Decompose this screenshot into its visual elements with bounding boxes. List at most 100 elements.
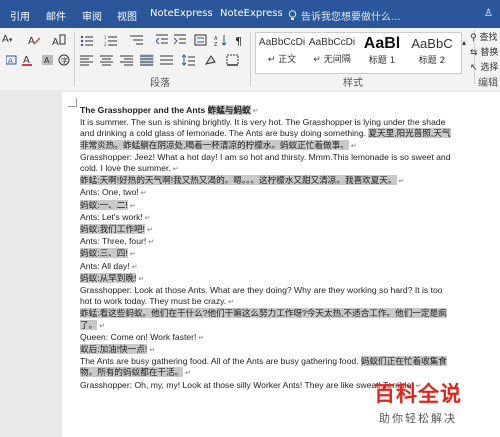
- paragraph-mark-icon: ↵: [129, 202, 136, 210]
- paragraph-english-text: The Ants are busy gathering food. All of…: [80, 356, 361, 367]
- paragraph-chinese-text: 蚱蜢:看这些蚂蚁。他们在干什么?他们干嘛这么努力工作呀?今天太热,不适合工作。他…: [80, 308, 447, 330]
- paragraph-mark-icon: ↵: [172, 166, 179, 174]
- document-paragraph: 蚂蚁:我们工作吧! ↵: [80, 224, 455, 236]
- select-icon: ↖: [470, 63, 478, 73]
- search-icon: ⚲: [470, 33, 477, 43]
- shading-icon[interactable]: [204, 54, 218, 66]
- paragraph-mark-icon: ↵: [185, 370, 192, 378]
- document-paragraph: Ants: One, two! ↵: [80, 187, 455, 199]
- paragraph-mark-icon: ↵: [148, 239, 155, 247]
- watermark-title: 百科全说: [374, 382, 462, 406]
- watermark-logo: 百科全说 助你轻松解决: [374, 378, 462, 426]
- svg-text:A: A: [28, 36, 35, 46]
- font-size-decrease-button[interactable]: A▾: [2, 34, 12, 45]
- style-heading-1[interactable]: AaBl 标题 1: [358, 35, 406, 67]
- document-paragraph: Ants: Let's work! ↵: [80, 212, 455, 224]
- paragraph-chinese-text: 蚁后:加油!快一点!: [80, 344, 148, 355]
- find-button[interactable]: ⚲ 查找: [470, 30, 498, 45]
- line-spacing-icon[interactable]: [182, 54, 196, 66]
- paragraph-mark-icon: ↵: [228, 299, 235, 307]
- tell-me-box[interactable]: 告诉我您想要做什么...: [288, 8, 401, 23]
- text-effect-icon[interactable]: A: [6, 54, 18, 66]
- align-right-icon[interactable]: [120, 54, 134, 66]
- replace-label: 替换: [480, 48, 499, 58]
- tab-mailings[interactable]: 邮件: [46, 8, 66, 23]
- enclosed-char-icon[interactable]: 字: [58, 54, 70, 66]
- distributed-icon[interactable]: [160, 54, 174, 66]
- paragraph-english-text: Ants: Three, four!: [80, 236, 147, 247]
- numbering-icon[interactable]: 12: [104, 34, 118, 46]
- style-name: ↵ 正文: [267, 55, 297, 65]
- styles-scroll-icon[interactable]: ▴: [462, 38, 466, 47]
- svg-text:2: 2: [104, 42, 107, 46]
- paragraph-mark-icon: ↵: [198, 334, 205, 342]
- phonetic-guide-icon[interactable]: A: [52, 34, 66, 46]
- style-sample: AaBl: [363, 35, 401, 52]
- replace-icon: ⇆: [470, 48, 478, 58]
- chinese-layout-icon[interactable]: [194, 34, 208, 46]
- style-normal[interactable]: AaBbCcDi ↵ 正文: [258, 37, 306, 65]
- tab-noteexpress-2[interactable]: NoteExpress: [220, 8, 283, 19]
- document-paragraph: Grasshopper: Jeez! What a hot day! I am …: [80, 152, 455, 175]
- bullets-icon[interactable]: [80, 34, 94, 46]
- ribbon-divider: [250, 32, 251, 86]
- editing-group-label: 编辑: [478, 78, 498, 89]
- svg-text:¶: ¶: [235, 35, 242, 46]
- align-center-icon[interactable]: [100, 54, 114, 66]
- justify-icon[interactable]: [140, 54, 154, 66]
- share-icon[interactable]: ♙: [484, 8, 493, 19]
- find-label: 查找: [479, 33, 498, 43]
- paragraph-mark-icon: ↵: [144, 214, 151, 222]
- paragraph-chinese-text: 蚂蚁:三、四!: [80, 248, 128, 259]
- style-sample: AaBbC: [411, 36, 453, 51]
- document-title-zh: 蚱蜢与蚂蚁: [207, 105, 251, 115]
- document-paragraph: 蚱蜢:看这些蚂蚁。他们在干什么?他们干嘛这么努力工作呀?今天太热,不适合工作。他…: [80, 308, 455, 331]
- style-sample: AaBbCcDi: [308, 37, 356, 48]
- tab-view[interactable]: 视图: [117, 8, 137, 23]
- paragraph-chinese-text: 蚂蚁:从早到晚!: [80, 272, 137, 283]
- tab-references[interactable]: 引用: [10, 8, 30, 23]
- document-lines: It is summer. The sun is shining brightl…: [80, 117, 455, 392]
- document-paragraph: 蚂蚁:三、四! ↵: [80, 248, 455, 260]
- style-no-spacing[interactable]: AaBbCcDi ↵ 无间隔: [308, 37, 356, 65]
- ribbon: A▾ A A A A A 字 12 AZ ¶ 段落 AaBbCcDi ↵ 正文 …: [0, 28, 500, 91]
- document-paragraph: Grasshopper: Look at those Ants. What ar…: [80, 285, 455, 308]
- tab-review[interactable]: 审阅: [82, 8, 102, 23]
- document-paragraph: Ants: Three, four! ↵: [80, 236, 455, 248]
- ribbon-tab-bar: 引用 邮件 审阅 视图 NoteExpress NoteExpress 告诉我您…: [0, 0, 500, 28]
- decrease-indent-icon[interactable]: [156, 34, 168, 46]
- align-left-icon[interactable]: [80, 54, 94, 66]
- editing-group: ⚲ 查找 ⇆ 替换 ↖ 选择: [470, 30, 498, 75]
- paragraph-mark-icon: ↵: [149, 347, 156, 355]
- paragraph-english-text: Grasshopper: Oh, my, my! Look at those s…: [80, 379, 414, 390]
- show-marks-icon[interactable]: ¶: [234, 34, 246, 46]
- paragraph-mark-icon: ↵: [350, 142, 357, 150]
- svg-text:Z: Z: [214, 42, 218, 46]
- paragraph-mark-icon: ↵: [131, 263, 138, 271]
- style-heading-2[interactable]: AaBbC 标题 2: [408, 36, 456, 67]
- font-color-icon[interactable]: A: [22, 54, 38, 66]
- document-paragraph: 蚂蚁:一、二! ↵: [80, 199, 455, 212]
- document-paragraph: Ants: All day! ↵: [80, 261, 455, 273]
- svg-text:A: A: [44, 56, 50, 65]
- character-shading-icon[interactable]: A: [42, 54, 54, 66]
- document-paragraph: 蚱蜢:天啊!好热的天气啊!我又热又渴的。嗯。。。这柠檬水又甜又清凉。我喜欢夏天。…: [80, 175, 455, 187]
- replace-button[interactable]: ⇆ 替换: [470, 45, 498, 60]
- document-body[interactable]: The Grasshopper and the Ants 蚱蜢与蚂蚁 ↵ It i…: [80, 105, 455, 392]
- clear-format-icon[interactable]: A: [28, 34, 40, 46]
- paragraph-group-label: 段落: [150, 78, 170, 89]
- tab-noteexpress-1[interactable]: NoteExpress: [150, 8, 213, 19]
- borders-icon[interactable]: [226, 54, 240, 66]
- svg-text:A: A: [8, 57, 13, 65]
- svg-text:A: A: [52, 37, 59, 46]
- sort-icon[interactable]: AZ: [214, 34, 228, 46]
- select-label: 选择: [480, 63, 499, 73]
- paragraph-mark-icon: ↵: [99, 322, 106, 330]
- multilevel-list-icon[interactable]: [130, 34, 144, 46]
- paragraph-chinese-text: 蚱蜢:天啊!好热的天气啊!我又热又渴的。嗯。。。这柠檬水又甜又清凉。我喜欢夏天。: [80, 175, 397, 186]
- paragraph-mark-icon: ↵: [140, 190, 147, 198]
- document-paragraph: 蚂蚁:从早到晚! ↵: [80, 272, 455, 285]
- styles-gallery: AaBbCcDi ↵ 正文 AaBbCcDi ↵ 无间隔 AaBl 标题 1 A…: [255, 32, 462, 74]
- increase-indent-icon[interactable]: [174, 34, 186, 46]
- select-button[interactable]: ↖ 选择: [470, 60, 498, 75]
